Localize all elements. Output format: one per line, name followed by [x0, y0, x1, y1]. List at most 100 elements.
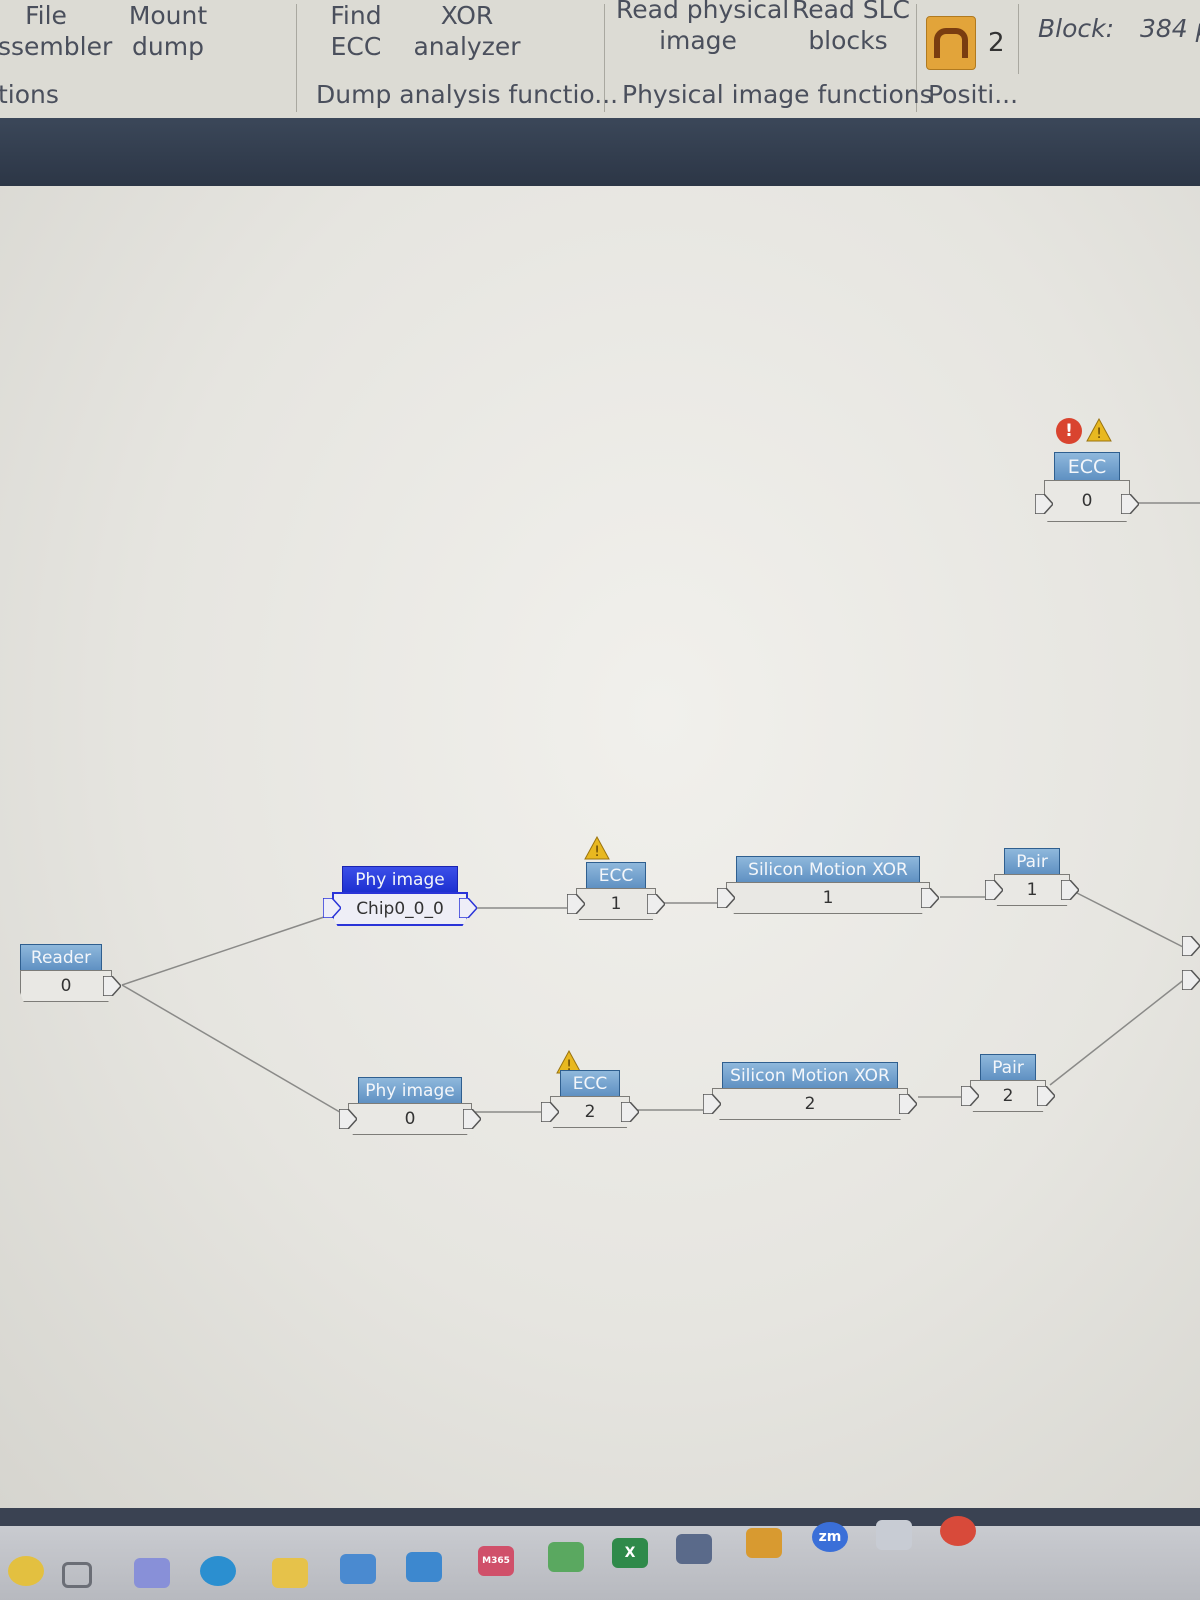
- zoom-icon[interactable]: zm: [812, 1522, 848, 1552]
- node-pair[interactable]: Pair 1: [985, 848, 1079, 906]
- warning-icon[interactable]: !: [1086, 417, 1112, 442]
- node-value: 1: [576, 888, 656, 920]
- node-value: Chip0_0_0: [332, 892, 468, 926]
- store-icon[interactable]: [340, 1554, 376, 1584]
- read-slc-blocks-label-2: blocks: [808, 26, 888, 55]
- mount-dump-button[interactable]: Mount dump: [120, 0, 216, 62]
- find-ecc-label-1: Find: [330, 1, 382, 30]
- output-port-icon[interactable]: [103, 976, 121, 996]
- node-title: Silicon Motion XOR: [722, 1062, 898, 1089]
- cloud-app-icon[interactable]: [876, 1520, 912, 1550]
- snipping-tool-icon[interactable]: [676, 1534, 712, 1564]
- find-ecc-button[interactable]: Find ECC: [314, 0, 398, 62]
- read-physical-image-label-2: image: [659, 26, 737, 55]
- input-port-icon[interactable]: [541, 1102, 559, 1122]
- group-label-functions: tions: [0, 80, 59, 109]
- node-ecc[interactable]: ECC 1: [567, 862, 665, 920]
- input-port-icon[interactable]: [1182, 970, 1200, 990]
- read-slc-blocks-button[interactable]: Read SLC blocks: [792, 0, 911, 56]
- ribbon-separator: [296, 4, 297, 112]
- input-port-icon[interactable]: [717, 888, 735, 908]
- start-icon[interactable]: [8, 1556, 44, 1586]
- node-value: 1: [994, 874, 1070, 906]
- task-view-icon[interactable]: [62, 1562, 92, 1588]
- svg-text:!: !: [1096, 426, 1102, 442]
- node-title: ECC: [1054, 452, 1120, 481]
- node-title: Phy image: [342, 866, 458, 893]
- mount-dump-label-2: dump: [132, 32, 204, 61]
- node-ecc[interactable]: ECC 0: [1035, 452, 1139, 524]
- chrome-icon[interactable]: [940, 1516, 976, 1546]
- edge-icon[interactable]: [200, 1556, 236, 1586]
- node-title: Pair: [980, 1054, 1036, 1081]
- node-title: Phy image: [358, 1077, 462, 1104]
- block-pages-value[interactable]: 384 p: [1140, 14, 1200, 43]
- read-slc-blocks-label-1: Read SLC: [792, 0, 911, 24]
- warning-icon[interactable]: !: [584, 835, 610, 860]
- group-label-position: Positi...: [928, 80, 1019, 109]
- node-value: 0: [348, 1103, 472, 1135]
- node-value: 2: [970, 1080, 1046, 1112]
- output-port-icon[interactable]: [899, 1094, 917, 1114]
- node-value: 0: [1044, 480, 1130, 522]
- group-label-physical-image: Physical image functions: [622, 80, 933, 109]
- input-port-icon[interactable]: [323, 898, 341, 918]
- m365-icon[interactable]: M365: [478, 1546, 514, 1576]
- node-title: ECC: [560, 1070, 620, 1097]
- xor-analyzer-label-1: XOR: [440, 1, 494, 30]
- node-pair[interactable]: Pair 2: [961, 1054, 1055, 1112]
- read-physical-image-button[interactable]: Read physical image: [616, 0, 790, 56]
- group-label-dump-analysis: Dump analysis functio...: [316, 80, 619, 109]
- ribbon-separator: [1018, 4, 1019, 74]
- input-port-icon[interactable]: [339, 1109, 357, 1129]
- xor-analyzer-label-2: analyzer: [413, 32, 521, 61]
- find-ecc-label-2: ECC: [330, 32, 382, 61]
- input-port-icon[interactable]: [1182, 936, 1200, 956]
- outlook-icon[interactable]: [406, 1552, 442, 1582]
- mount-dump-label-1: Mount: [128, 1, 208, 30]
- node-value: 2: [550, 1096, 630, 1128]
- output-port-icon[interactable]: [459, 898, 477, 918]
- input-port-icon[interactable]: [961, 1086, 979, 1106]
- node-title: Reader: [20, 944, 102, 971]
- node-reader[interactable]: Reader 0: [20, 944, 121, 1002]
- input-port-icon[interactable]: [985, 880, 1003, 900]
- output-port-icon[interactable]: [463, 1109, 481, 1129]
- node-ecc[interactable]: ECC 2: [541, 1070, 639, 1128]
- node-value: 1: [726, 882, 930, 914]
- output-port-icon[interactable]: [1061, 880, 1079, 900]
- output-port-icon[interactable]: [621, 1102, 639, 1122]
- paint-icon[interactable]: [746, 1528, 782, 1558]
- output-port-icon[interactable]: [921, 888, 939, 908]
- node-title: Silicon Motion XOR: [736, 856, 920, 883]
- excel-icon[interactable]: X: [612, 1538, 648, 1568]
- output-port-icon[interactable]: [1037, 1086, 1055, 1106]
- onedrive-icon[interactable]: [548, 1542, 584, 1572]
- input-port-icon[interactable]: [567, 894, 585, 914]
- file-assembler-button[interactable]: File ssembler: [0, 0, 113, 62]
- input-port-icon[interactable]: [1035, 494, 1053, 514]
- taskbar: M365 X zm: [0, 1516, 1200, 1600]
- read-physical-image-label-1: Read physical: [616, 0, 790, 24]
- input-port-icon[interactable]: [703, 1094, 721, 1114]
- node-value: 0: [20, 970, 112, 1002]
- file-assembler-label-2: ssembler: [0, 32, 113, 61]
- node-phy-image[interactable]: Phy image 0: [339, 1077, 481, 1135]
- magnet-icon[interactable]: [926, 16, 976, 70]
- output-port-icon[interactable]: [1121, 494, 1139, 514]
- node-silicon-motion-xor[interactable]: Silicon Motion XOR 1: [717, 856, 939, 914]
- block-label: Block:: [1038, 14, 1115, 43]
- node-value: 2: [712, 1088, 908, 1120]
- xor-analyzer-button[interactable]: XOR analyzer: [412, 0, 522, 62]
- teams-icon[interactable]: [134, 1558, 170, 1588]
- output-port-icon[interactable]: [647, 894, 665, 914]
- error-icon[interactable]: !: [1056, 418, 1082, 444]
- node-title: ECC: [586, 862, 646, 889]
- file-explorer-icon[interactable]: [272, 1558, 308, 1588]
- screen-bezel: [0, 1508, 1200, 1526]
- node-phy-image-selected[interactable]: Phy image Chip0_0_0: [323, 866, 477, 926]
- ribbon-toolbar: File ssembler Mount dump Find ECC XOR an…: [0, 0, 1200, 119]
- position-count: 2: [988, 28, 1005, 58]
- node-silicon-motion-xor[interactable]: Silicon Motion XOR 2: [703, 1062, 917, 1120]
- toolbar-band: [0, 118, 1200, 186]
